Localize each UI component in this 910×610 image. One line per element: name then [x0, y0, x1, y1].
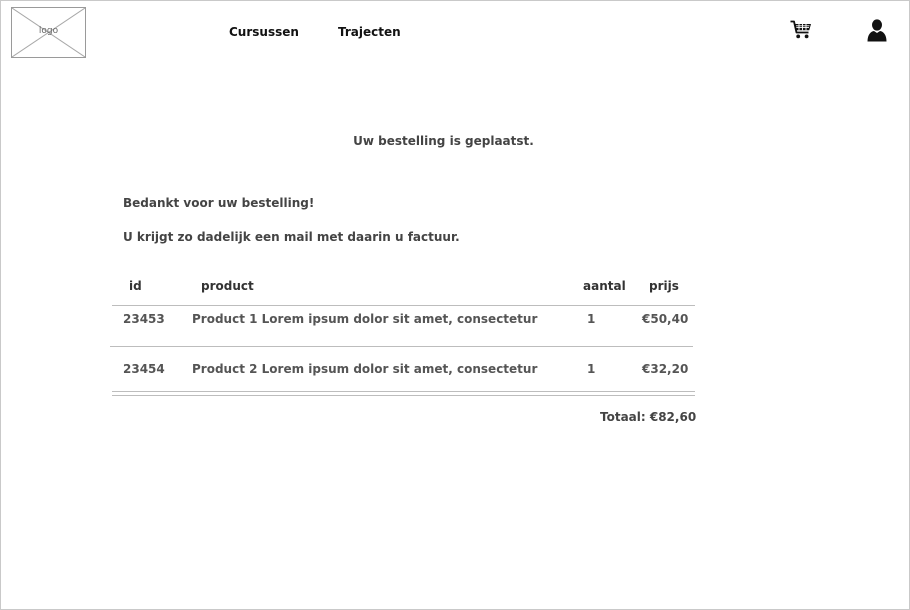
table-row-2-id: 23454 — [123, 362, 165, 376]
table-row-1-id: 23453 — [123, 312, 165, 326]
column-header-aantal: aantal — [583, 279, 626, 293]
user-icon[interactable] — [867, 19, 887, 42]
table-header-divider — [112, 305, 695, 306]
cart-icon[interactable] — [790, 20, 812, 40]
table-row-1-product: Product 1 Lorem ipsum dolor sit amet, co… — [192, 312, 538, 326]
table-total-divider-bottom — [112, 395, 695, 396]
table-row-1-price: €50,40 — [642, 312, 689, 326]
column-header-id: id — [129, 279, 142, 293]
table-row-2-price: €32,20 — [642, 362, 689, 376]
thanks-text: Bedankt voor uw bestelling! — [123, 196, 315, 210]
logo-text: logo — [38, 26, 59, 36]
table-row-1-qty: 1 — [587, 312, 596, 326]
table-row-2-qty: 1 — [587, 362, 596, 376]
table-row-2-product: Product 2 Lorem ipsum dolor sit amet, co… — [192, 362, 538, 376]
table-row-divider — [110, 346, 693, 347]
column-header-prijs: prijs — [649, 279, 679, 293]
nav-link-trajecten[interactable]: Trajecten — [338, 25, 401, 39]
column-header-product: product — [201, 279, 254, 293]
table-total-divider-top — [112, 391, 695, 392]
logo-placeholder[interactable]: logo — [11, 7, 86, 58]
nav-link-cursussen[interactable]: Cursussen — [229, 25, 299, 39]
page-frame: logo Cursussen Trajecten Uw bestelling i… — [0, 0, 910, 610]
order-total: Totaal: €82,60 — [600, 410, 697, 424]
confirmation-heading: Uw bestelling is geplaatst. — [353, 134, 534, 148]
mail-notice-text: U krijgt zo dadelijk een mail met daarin… — [123, 230, 460, 244]
